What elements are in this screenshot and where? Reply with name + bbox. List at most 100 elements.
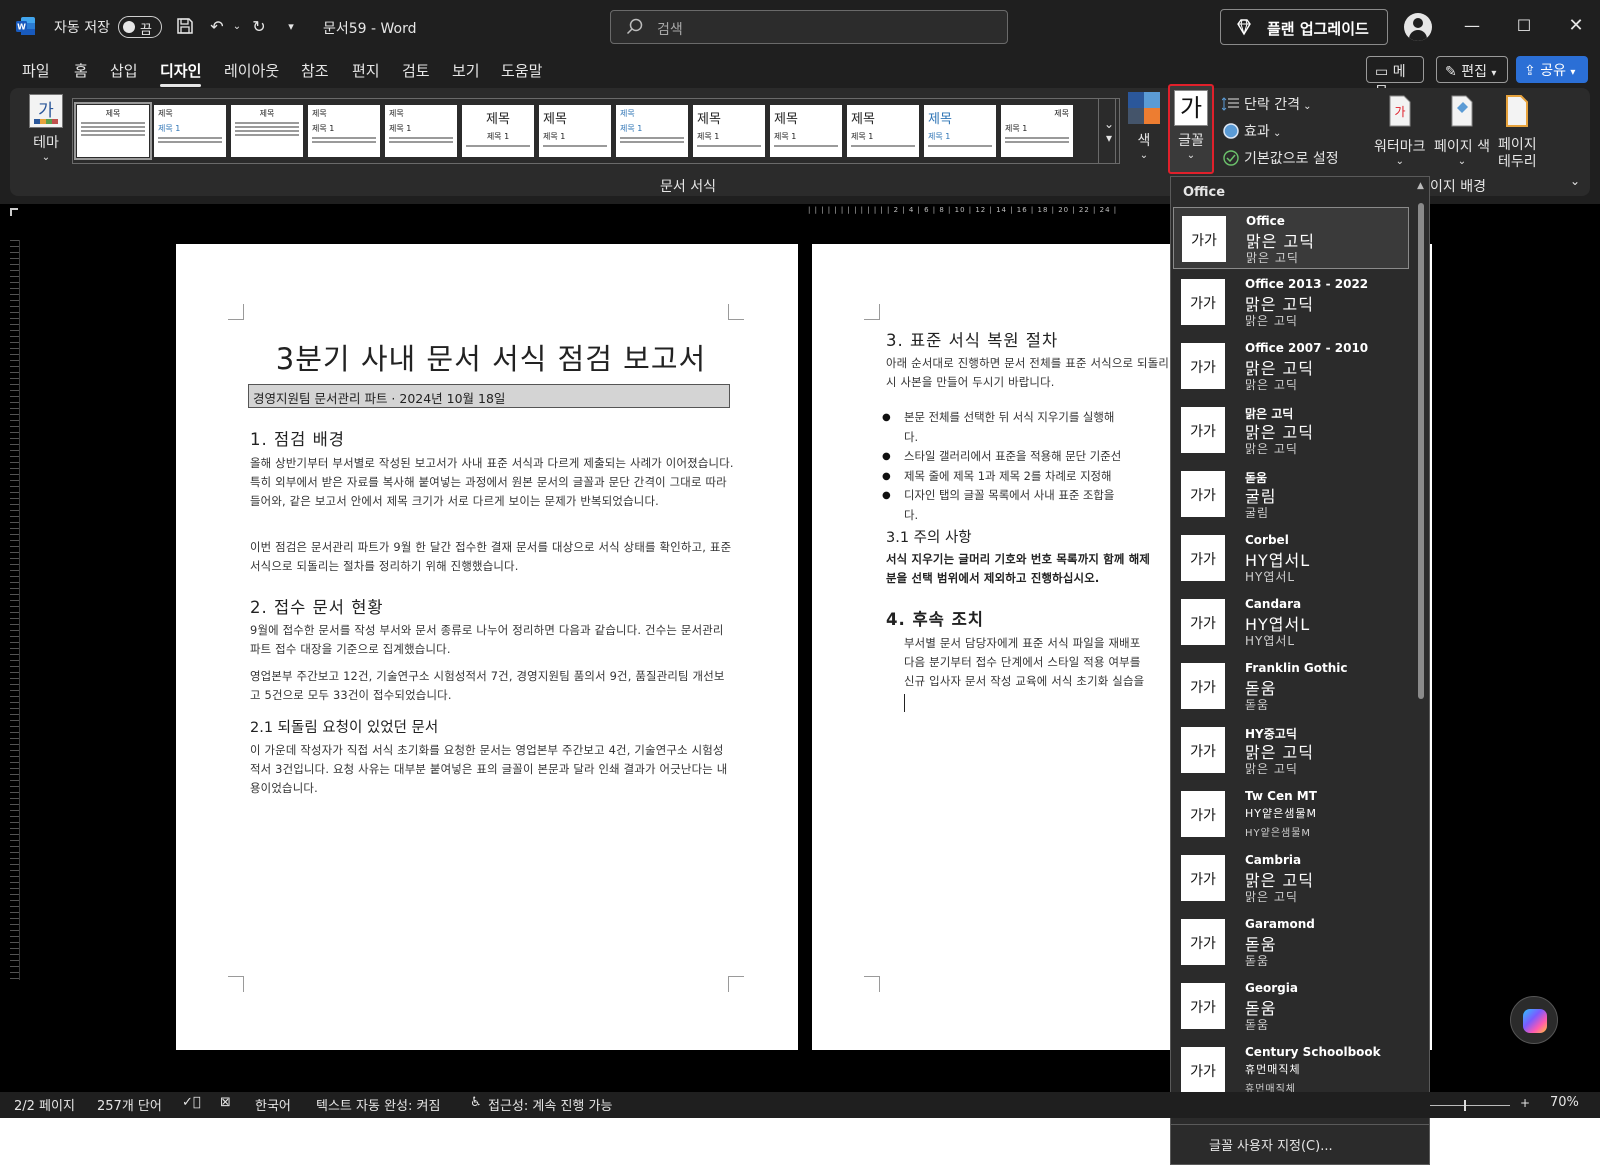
word-count[interactable]: 257개 단어	[97, 1095, 162, 1114]
accessibility-status[interactable]: 접근성: 계속 진행 가능	[488, 1095, 612, 1114]
editing-mode-button[interactable]: ✎ 편집 ▾	[1436, 56, 1508, 83]
scroll-up-icon[interactable]: ▲	[1417, 181, 1424, 191]
font-option[interactable]: 가가 맑은 고딕 맑은 고딕 맑은 고딕	[1173, 399, 1409, 461]
gallery-more-button[interactable]: ⌄ ▾	[1098, 98, 1120, 164]
body-font: HY엽서L	[1245, 634, 1296, 648]
style-set-thumb[interactable]: 제목 제목 1	[616, 105, 688, 157]
close-icon[interactable]: ✕	[1564, 14, 1588, 38]
font-panel-header: Office	[1183, 185, 1226, 200]
font-option[interactable]: 가가 Corbel HY엽서L HY엽서L	[1173, 527, 1409, 589]
style-set-thumb[interactable]: 제목 제목 1	[924, 105, 996, 157]
style-set-thumb[interactable]: 제목 제목 1	[847, 105, 919, 157]
zoom-slider[interactable]	[1430, 1105, 1510, 1106]
tab-file[interactable]: 파일	[22, 60, 50, 81]
style-set-thumb[interactable]: 제목 제목 1	[385, 105, 457, 157]
style-set-thumb[interactable]: 제목 제목 1	[308, 105, 380, 157]
tab-design[interactable]: 디자인	[160, 60, 202, 87]
customize-fonts-button[interactable]: 글꼴 사용자 지정(C)...	[1209, 1135, 1333, 1154]
font-option-office[interactable]: 가가 Office 맑은 고딕 맑은 고딕	[1173, 207, 1409, 269]
set-as-default-button[interactable]: 기본값으로 설정	[1222, 148, 1339, 168]
paragraph-spacing-label: 단락 간격	[1244, 97, 1300, 113]
tab-references[interactable]: 참조	[301, 60, 329, 81]
save-icon[interactable]	[174, 16, 196, 38]
language-indicator[interactable]: 한국어	[255, 1095, 291, 1114]
body-font: 맑은 고딕	[1245, 762, 1298, 776]
redo-icon[interactable]: ↻	[248, 16, 270, 38]
style-set-thumb[interactable]: 제목	[74, 102, 152, 160]
font-option[interactable]: 가가 Franklin Gothic 돋움 돋움	[1173, 655, 1409, 717]
effects-button[interactable]: 효과 ⌄	[1222, 121, 1281, 141]
theme-colors-button[interactable]: 색 ⌄	[1124, 92, 1164, 164]
undo-dropdown-icon[interactable]: ⌄	[226, 16, 248, 38]
comments-button[interactable]: ▭ 메모	[1366, 56, 1424, 100]
font-option[interactable]: 가가 Cambria 맑은 고딕 맑은 고딕	[1173, 847, 1409, 909]
minimize-icon[interactable]: —	[1460, 14, 1484, 38]
font-option[interactable]: 가가 HY중고딕 맑은 고딕 맑은 고딕	[1173, 719, 1409, 781]
tab-stop-selector[interactable]	[10, 208, 18, 216]
copilot-button[interactable]	[1510, 996, 1558, 1044]
thumb-heading: 제목	[312, 109, 327, 118]
tab-home[interactable]: 홈	[74, 60, 88, 81]
upgrade-plan-button[interactable]: 플랜 업그레이드	[1220, 9, 1388, 45]
body-font: 맑은 고딕	[1246, 251, 1299, 265]
tab-insert[interactable]: 삽입	[110, 60, 138, 81]
page-count[interactable]: 2/2 페이지	[14, 1095, 75, 1114]
crop-mark	[728, 976, 744, 992]
page-color-button[interactable]: 페이지 색 ⌄	[1434, 94, 1490, 167]
crop-mark	[864, 304, 880, 320]
search-box[interactable]: 검색	[610, 10, 1008, 44]
style-set-thumb[interactable]: 제목	[231, 105, 303, 157]
tab-help[interactable]: 도움말	[501, 60, 542, 81]
zoom-in-icon[interactable]: +	[1520, 1096, 1530, 1110]
customize-toolbar-icon[interactable]: ▾	[280, 16, 302, 38]
text-predictions-status[interactable]: 텍스트 자동 완성: 켜짐	[316, 1095, 440, 1114]
watermark-icon: 가	[1389, 95, 1411, 127]
style-set-thumb[interactable]: 제목 제목 1	[693, 105, 765, 157]
tab-mailings[interactable]: 편지	[352, 60, 380, 81]
vertical-ruler[interactable]	[10, 240, 20, 980]
font-preview: 가가	[1181, 1047, 1225, 1093]
style-set-thumb[interactable]: 제목 제목 1	[154, 105, 226, 157]
style-set-thumb[interactable]: 제목 제목 1	[462, 105, 534, 157]
theme-fonts-button[interactable]: 가 글꼴 ⌄	[1168, 84, 1214, 174]
tab-review[interactable]: 검토	[402, 60, 430, 81]
body-font: 맑은 고딕	[1245, 890, 1298, 904]
scrollbar-thumb[interactable]	[1418, 203, 1424, 699]
font-preview: 가가	[1181, 535, 1225, 581]
page-borders-button[interactable]: 페이지 테두리	[1498, 94, 1537, 171]
font-option[interactable]: 가가 돋움 굴림 굴림	[1173, 463, 1409, 525]
paragraph-spacing-button[interactable]: 단락 간격 ⌄	[1222, 94, 1312, 114]
font-option[interactable]: 가가 Office 2013 - 2022 맑은 고딕 맑은 고딕	[1173, 271, 1409, 333]
font-panel-scrollbar[interactable]: ▲ ▼	[1415, 181, 1427, 1121]
tab-view[interactable]: 보기	[452, 60, 480, 81]
theme-colors-label: 색	[1137, 133, 1151, 149]
font-preview: 가가	[1181, 407, 1225, 453]
proofing-icon[interactable]: ✓⃝	[182, 1095, 201, 1110]
share-button[interactable]: ⇪ 공유 ▾	[1516, 56, 1588, 83]
body-font: 돋움	[1245, 1018, 1270, 1032]
style-set-thumb[interactable]: 제목 제목 1	[539, 105, 611, 157]
zoom-slider-thumb[interactable]	[1464, 1100, 1466, 1111]
heading-font: HY얕은샘물M	[1245, 807, 1317, 820]
style-set-thumb[interactable]: 제목 제목 1	[1001, 105, 1073, 157]
ribbon-collapse-icon[interactable]: ⌄	[1570, 174, 1580, 188]
themes-button[interactable]: 가 테마 ⌄	[26, 94, 66, 164]
font-option[interactable]: 가가 Garamond 돋움 돋움	[1173, 911, 1409, 973]
document-page-1[interactable]: 3분기 사내 문서 서식 점검 보고서 경영지원팀 문서관리 파트 · 2024…	[176, 244, 798, 1050]
track-changes-icon[interactable]: ⊠	[220, 1095, 231, 1110]
undo-icon[interactable]: ↶	[206, 16, 228, 38]
font-option[interactable]: 가가 Candara HY엽서L HY엽서L	[1173, 591, 1409, 653]
account-avatar[interactable]	[1404, 13, 1432, 41]
zoom-level[interactable]: 70%	[1550, 1095, 1579, 1110]
font-option[interactable]: 가가 Office 2007 - 2010 맑은 고딕 맑은 고딕	[1173, 335, 1409, 397]
accessibility-icon[interactable]: ♿	[470, 1095, 482, 1110]
maximize-icon[interactable]: ☐	[1512, 14, 1536, 38]
body-font: 굴림	[1245, 506, 1270, 520]
font-option[interactable]: 가가 Tw Cen MT HY얕은샘물M HY얕은샘물M	[1173, 783, 1409, 845]
watermark-button[interactable]: 가 워터마크 ⌄	[1374, 94, 1426, 167]
thumb-heading: 제목	[259, 109, 275, 118]
font-option[interactable]: 가가 Georgia 돋움 돋움	[1173, 975, 1409, 1037]
autosave-toggle[interactable]: 끔	[118, 16, 162, 38]
style-set-thumb[interactable]: 제목 제목 1	[770, 105, 842, 157]
tab-layout[interactable]: 레이아웃	[224, 60, 279, 81]
